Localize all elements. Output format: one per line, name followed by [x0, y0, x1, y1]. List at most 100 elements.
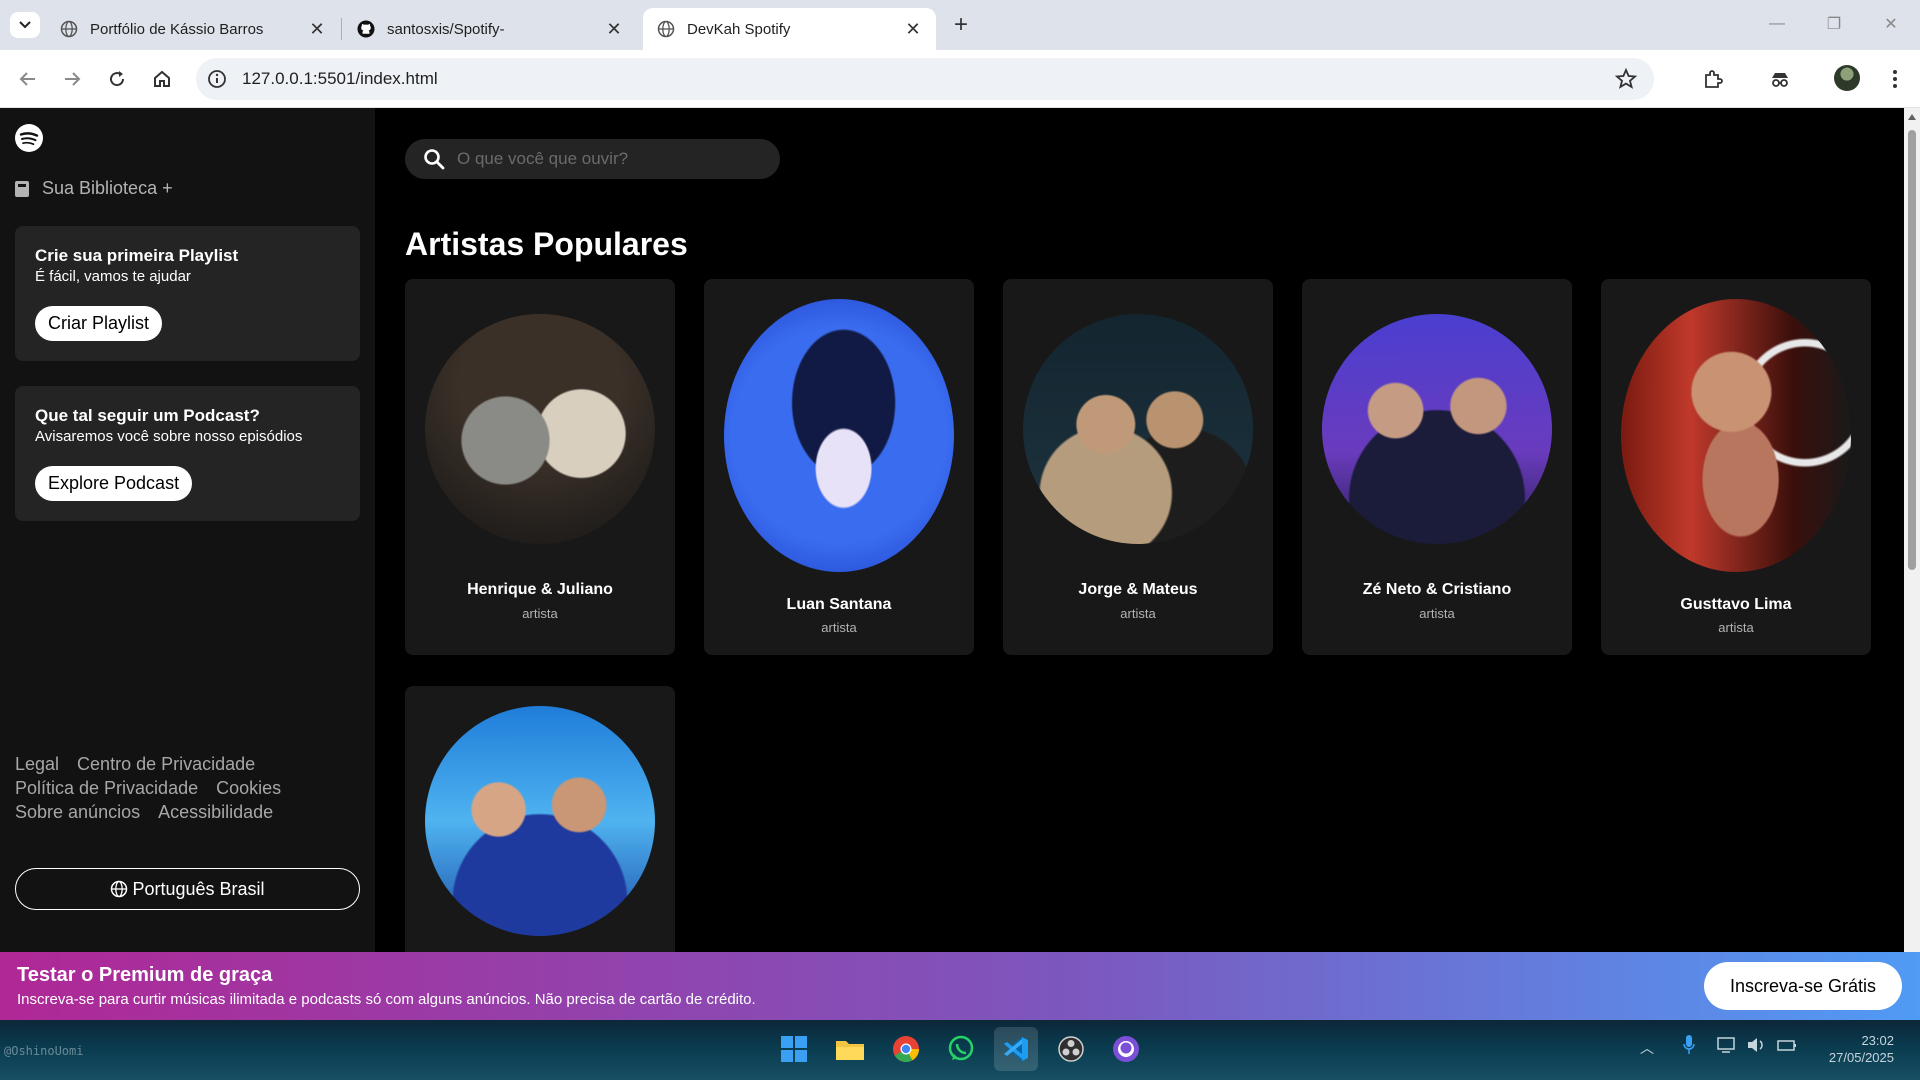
obs-icon [1058, 1036, 1084, 1062]
close-tab-icon[interactable]: ✕ [605, 19, 623, 39]
new-tab-button[interactable]: + [948, 11, 974, 38]
signup-free-button[interactable]: Inscreva-se Grátis [1704, 962, 1902, 1010]
chevron-down-icon [19, 21, 31, 29]
tab-devkah-spotify[interactable]: DevKah Spotify ✕ [643, 8, 936, 50]
premium-promo-bar: Testar o Premium de graça Inscreva-se pa… [0, 952, 1920, 1020]
tab-separator [341, 18, 342, 40]
url-text: 127.0.0.1:5501/index.html [242, 69, 438, 88]
profile-avatar[interactable] [1834, 65, 1860, 91]
artist-photo [1322, 314, 1552, 544]
language-label: Português Brasil [132, 878, 265, 899]
artist-role: artista [821, 620, 857, 635]
home-button[interactable] [148, 65, 176, 93]
close-tab-icon[interactable]: ✕ [308, 19, 326, 39]
forward-button[interactable] [58, 65, 86, 93]
whatsapp-icon [948, 1035, 974, 1061]
artist-name: Gusttavo Lima [1680, 596, 1792, 613]
bookmark-star-icon[interactable] [1614, 67, 1638, 91]
minimize-icon[interactable]: — [1765, 12, 1789, 36]
main-content: Artistas Populares Henrique & Juliano ar… [375, 108, 1904, 952]
sidebar: Sua Biblioteca + Crie sua primeira Playl… [0, 108, 375, 952]
browser-tab-strip: Portfólio de Kássio Barros ✕ santosxis/S… [0, 0, 1920, 50]
address-bar[interactable]: 127.0.0.1:5501/index.html [196, 58, 1654, 100]
arrow-right-icon [65, 72, 81, 86]
tab-github[interactable]: santosxis/Spotify- ✕ [343, 8, 637, 50]
spotify-app: Sua Biblioteca + Crie sua primeira Playl… [0, 108, 1904, 952]
tray-volume-icon[interactable] [1746, 1036, 1768, 1057]
globe-icon [60, 20, 78, 38]
artist-role: artista [1419, 606, 1455, 621]
artist-role: artista [1718, 620, 1754, 635]
artist-card[interactable]: Luan Santana artista [704, 279, 974, 655]
obs-button[interactable] [1051, 1029, 1091, 1069]
footer-link-legal[interactable]: Legal [15, 754, 59, 774]
library-link[interactable]: Sua Biblioteca + [14, 178, 173, 199]
github-desktop-button[interactable] [1106, 1029, 1146, 1069]
globe-icon [657, 20, 675, 38]
podcast-card-title: Que tal seguir um Podcast? [35, 406, 260, 425]
incognito-button[interactable] [1766, 65, 1794, 93]
footer-link-privacy-center[interactable]: Centro de Privacidade [77, 754, 255, 774]
create-playlist-card: Crie sua primeira Playlist É fácil, vamo… [15, 226, 360, 361]
search-icon [424, 149, 445, 170]
footer-link-about-ads[interactable]: Sobre anúncios [15, 802, 140, 822]
language-button[interactable]: Português Brasil [15, 868, 360, 910]
tab-portfolio[interactable]: Portfólio de Kássio Barros ✕ [46, 8, 340, 50]
section-title: Artistas Populares [405, 226, 688, 262]
tray-battery-icon[interactable] [1776, 1036, 1798, 1057]
search-input[interactable] [457, 139, 767, 179]
site-info-icon[interactable] [206, 68, 228, 90]
start-button[interactable] [774, 1029, 814, 1069]
footer-links: Legal Centro de Privacidade Política de P… [15, 752, 355, 824]
tab-search-button[interactable] [10, 12, 40, 38]
spy-icon [1772, 73, 1788, 87]
chrome-button[interactable] [886, 1029, 926, 1069]
artist-card[interactable]: Jorge & Mateus artista [1003, 279, 1273, 655]
footer-link-accessibility[interactable]: Acessibilidade [158, 802, 273, 822]
browser-menu-button[interactable] [1881, 65, 1909, 93]
system-clock[interactable]: 23:02 27/05/2025 [1829, 1032, 1894, 1066]
artist-card[interactable]: Gusttavo Lima artista [1601, 279, 1871, 655]
search-box [405, 139, 780, 179]
artist-photo [425, 706, 655, 936]
playlist-card-subtitle: É fácil, vamos te ajudar [35, 268, 191, 285]
artist-card[interactable]: Henrique & Juliano artista [405, 279, 675, 655]
tray-network-icon[interactable] [1716, 1036, 1738, 1057]
scrollbar-thumb[interactable] [1908, 130, 1916, 570]
extensions-button[interactable] [1699, 65, 1727, 93]
arrow-left-icon [19, 72, 35, 86]
tab-title: DevKah Spotify [687, 20, 791, 38]
artist-name: Jorge & Mateus [1078, 581, 1198, 598]
artist-card[interactable] [405, 686, 675, 952]
back-button[interactable] [14, 65, 42, 93]
artist-role: artista [522, 606, 558, 621]
create-playlist-button[interactable]: Criar Playlist [35, 306, 163, 341]
explore-podcast-button[interactable]: Explore Podcast [35, 466, 193, 501]
spotify-logo-icon[interactable] [14, 123, 44, 153]
close-window-icon[interactable]: ✕ [1879, 12, 1903, 36]
artist-name: Zé Neto & Cristiano [1362, 581, 1512, 598]
page-scrollbar[interactable] [1904, 108, 1920, 952]
folder-icon [836, 1041, 864, 1060]
promo-title: Testar o Premium de graça [17, 964, 273, 986]
clock-time: 23:02 [1861, 1033, 1894, 1048]
whatsapp-button[interactable] [941, 1029, 981, 1069]
artist-card[interactable]: Zé Neto & Cristiano artista [1302, 279, 1572, 655]
close-tab-icon[interactable]: ✕ [904, 19, 922, 39]
tray-mic-icon[interactable] [1682, 1034, 1696, 1059]
browser-toolbar: 127.0.0.1:5501/index.html [0, 50, 1920, 108]
vscode-button[interactable] [994, 1027, 1038, 1071]
restore-icon[interactable]: ❐ [1822, 12, 1846, 36]
github-desktop-icon [1113, 1036, 1139, 1062]
artist-photo [1621, 299, 1851, 572]
footer-link-cookies[interactable]: Cookies [216, 778, 281, 798]
tray-chevron-up-icon[interactable]: ︿ [1640, 1038, 1654, 1058]
reload-button[interactable] [103, 65, 131, 93]
wallpaper-watermark: @OshinoUomi [4, 1044, 84, 1058]
promo-text: Inscreva-se para curtir músicas ilimitad… [17, 991, 756, 1008]
scroll-up-arrow-icon[interactable] [1908, 114, 1916, 120]
artist-role: artista [1120, 606, 1156, 621]
footer-link-privacy-policy[interactable]: Política de Privacidade [15, 778, 198, 798]
file-explorer-button[interactable] [830, 1029, 870, 1069]
chrome-icon [893, 1036, 920, 1063]
